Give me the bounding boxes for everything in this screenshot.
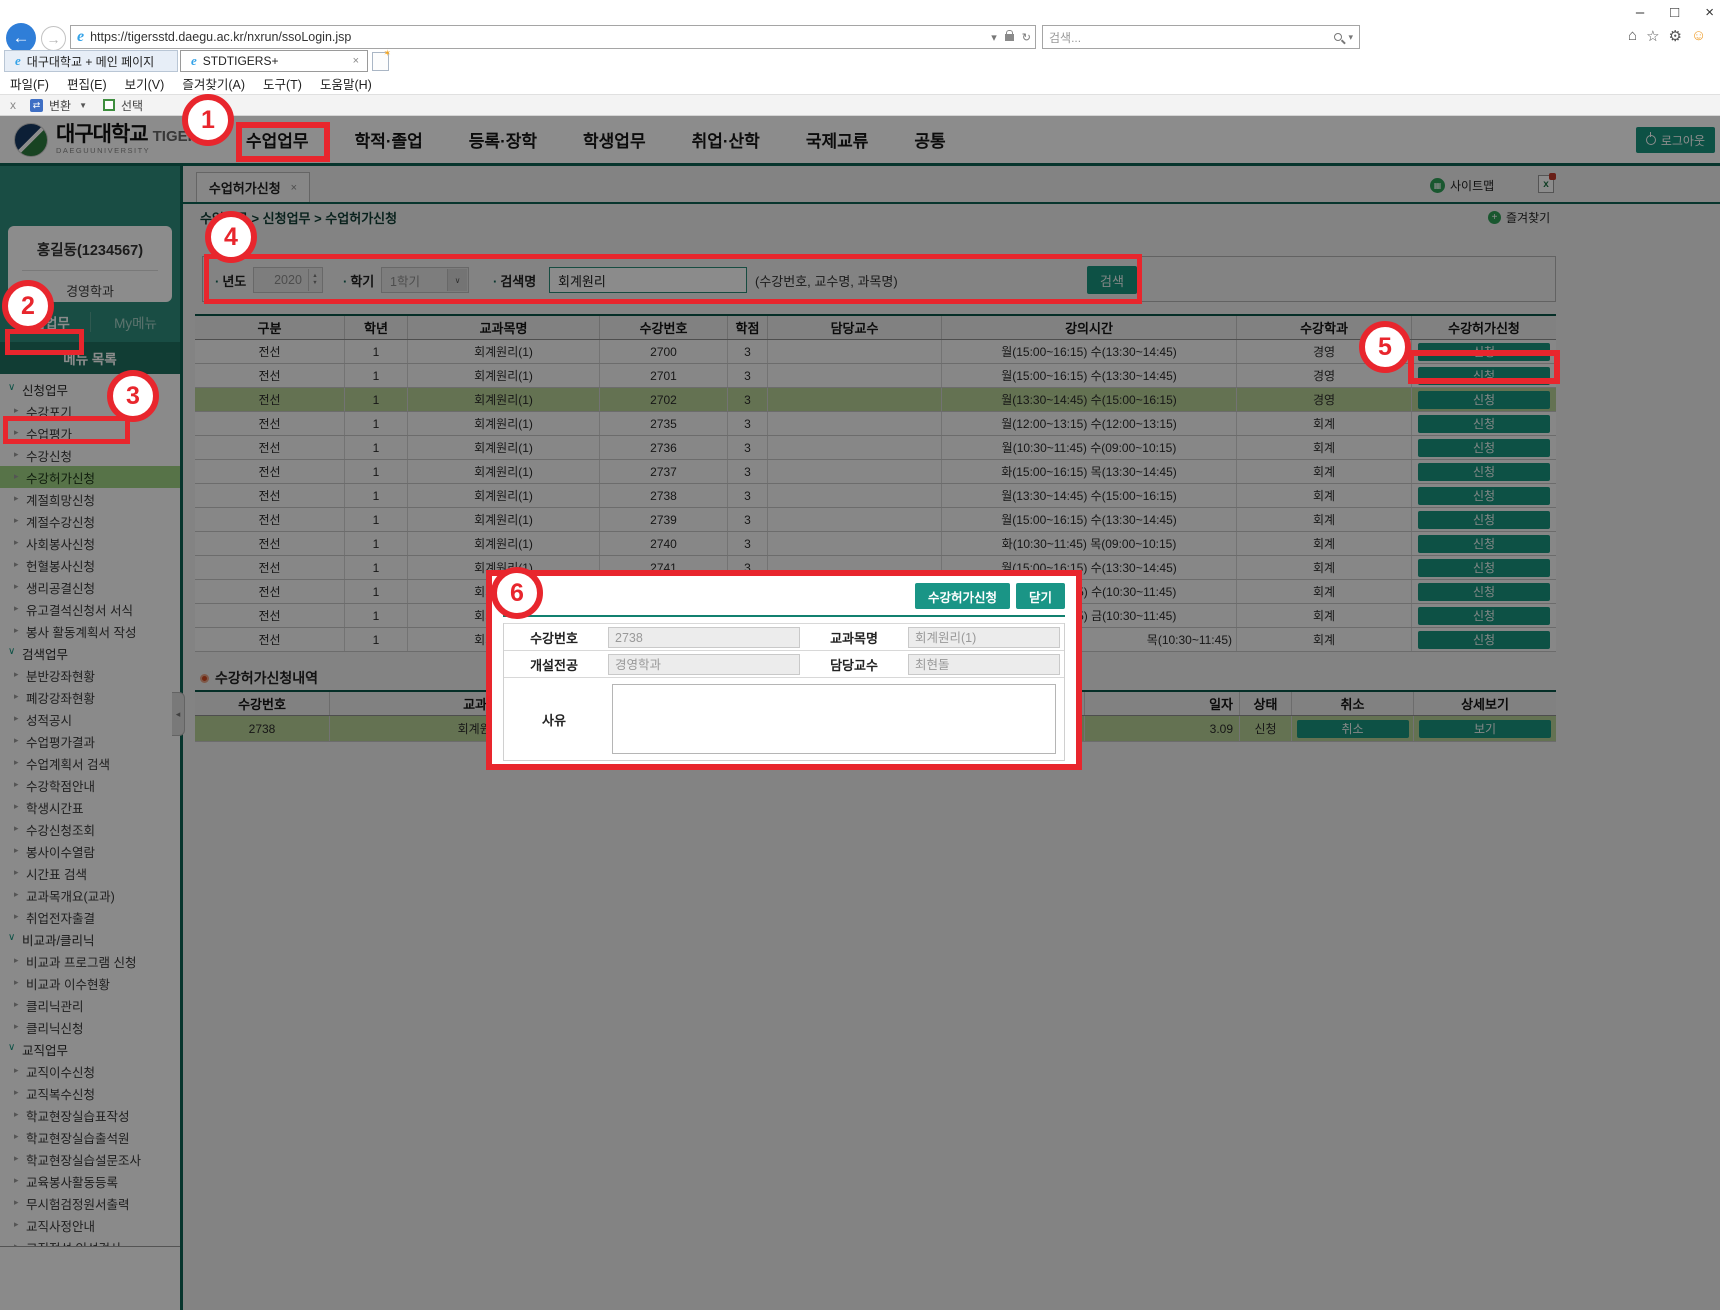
modal-apply-button[interactable]: 수강허가신청 bbox=[915, 583, 1010, 609]
window-close-button[interactable]: × bbox=[1705, 4, 1714, 21]
modal-subject-label: 교과목명 bbox=[804, 623, 904, 650]
lock-icon bbox=[1005, 34, 1014, 41]
autocomplete-dropdown-icon[interactable]: ▾ bbox=[991, 31, 997, 44]
menu-item[interactable]: 도구(T) bbox=[263, 74, 302, 93]
search-placeholder: 검색... bbox=[1049, 29, 1081, 46]
tab-label: STDTIGERS+ bbox=[203, 54, 279, 68]
window-maximize-button[interactable]: □ bbox=[1670, 4, 1679, 21]
gear-icon[interactable]: ⚙ bbox=[1669, 27, 1682, 45]
address-bar[interactable]: e https://tigersstd.daegu.ac.kr/nxrun/ss… bbox=[70, 25, 1036, 49]
convert-button[interactable]: 변환 bbox=[49, 97, 71, 114]
modal-reason-label: 사유 bbox=[504, 677, 604, 760]
refresh-icon[interactable]: ↻ bbox=[1022, 31, 1031, 44]
menu-item[interactable]: 도움말(H) bbox=[320, 74, 372, 93]
browser-menubar: 파일(F) 편집(E) 보기(V) 즐겨찾기(A) 도구(T) 도움말(H) bbox=[0, 72, 1720, 94]
browser-search-input[interactable]: 검색... ▾ bbox=[1042, 25, 1360, 49]
tigers-app: 대구대학교TIGERS+ DAEGUUNIVERSITY 수업업무학적·졸업등록… bbox=[0, 116, 1720, 1310]
browser-tabstrip: e 대구대학교 + 메인 페이지 e STDTIGERS+ × bbox=[0, 50, 1720, 72]
modal-reason-textarea[interactable] bbox=[612, 684, 1056, 754]
modal-professor-label: 담당교수 bbox=[804, 650, 904, 677]
forward-button[interactable]: → bbox=[41, 26, 66, 51]
favorites-star-icon[interactable]: ☆ bbox=[1646, 27, 1659, 45]
smiley-icon[interactable]: ☺ bbox=[1691, 27, 1706, 45]
menu-item[interactable]: 즐겨찾기(A) bbox=[182, 74, 245, 93]
search-dropdown-icon[interactable]: ▾ bbox=[1348, 32, 1353, 43]
ie-icon: e bbox=[191, 53, 197, 69]
toolbar-close-icon[interactable]: x bbox=[10, 98, 16, 112]
ie-icon: e bbox=[15, 53, 21, 69]
modal-professor-field: 최현돌 bbox=[908, 654, 1060, 675]
url-text[interactable]: https://tigersstd.daegu.ac.kr/nxrun/ssoL… bbox=[90, 30, 351, 44]
addon-toolbar: x ⇄ 변환 ▼ 선택 bbox=[0, 94, 1720, 116]
ie-icon: e bbox=[77, 28, 84, 46]
tab-label: 대구대학교 + 메인 페이지 bbox=[27, 53, 154, 70]
convert-dropdown-icon[interactable]: ▼ bbox=[79, 101, 87, 110]
menu-item[interactable]: 편집(E) bbox=[67, 74, 107, 93]
modal-code-label: 수강번호 bbox=[504, 623, 604, 650]
back-button[interactable]: ← bbox=[6, 23, 36, 53]
menu-item[interactable]: 보기(V) bbox=[125, 74, 165, 93]
modal-major-label: 개설전공 bbox=[504, 650, 604, 677]
window-minimize-button[interactable]: – bbox=[1636, 4, 1644, 21]
menu-item[interactable]: 파일(F) bbox=[10, 74, 49, 93]
browser-chrome: – □ × ← → e https://tigersstd.daegu.ac.k… bbox=[0, 0, 1720, 116]
modal-close-button[interactable]: 닫기 bbox=[1016, 583, 1065, 609]
modal-subject-field: 회계원리(1) bbox=[908, 627, 1060, 648]
convert-icon: ⇄ bbox=[30, 99, 43, 112]
modal-code-field: 2738 bbox=[608, 627, 800, 648]
browser-tab-main-page[interactable]: e 대구대학교 + 메인 페이지 bbox=[4, 50, 178, 72]
browser-tab-stdtigers[interactable]: e STDTIGERS+ × bbox=[180, 50, 368, 72]
select-icon bbox=[103, 99, 115, 111]
divider bbox=[503, 615, 1065, 617]
home-icon[interactable]: ⌂ bbox=[1628, 27, 1637, 45]
tab-close-icon[interactable]: × bbox=[353, 55, 359, 67]
permission-request-modal: 수강허가신청 닫기 수강번호 2738 교과목명 회계원리(1) 개설전공 경영… bbox=[486, 570, 1082, 770]
select-button[interactable]: 선택 bbox=[121, 97, 143, 114]
modal-major-field: 경영학과 bbox=[608, 654, 800, 675]
search-icon[interactable] bbox=[1334, 33, 1342, 41]
new-tab-button[interactable] bbox=[372, 52, 389, 71]
